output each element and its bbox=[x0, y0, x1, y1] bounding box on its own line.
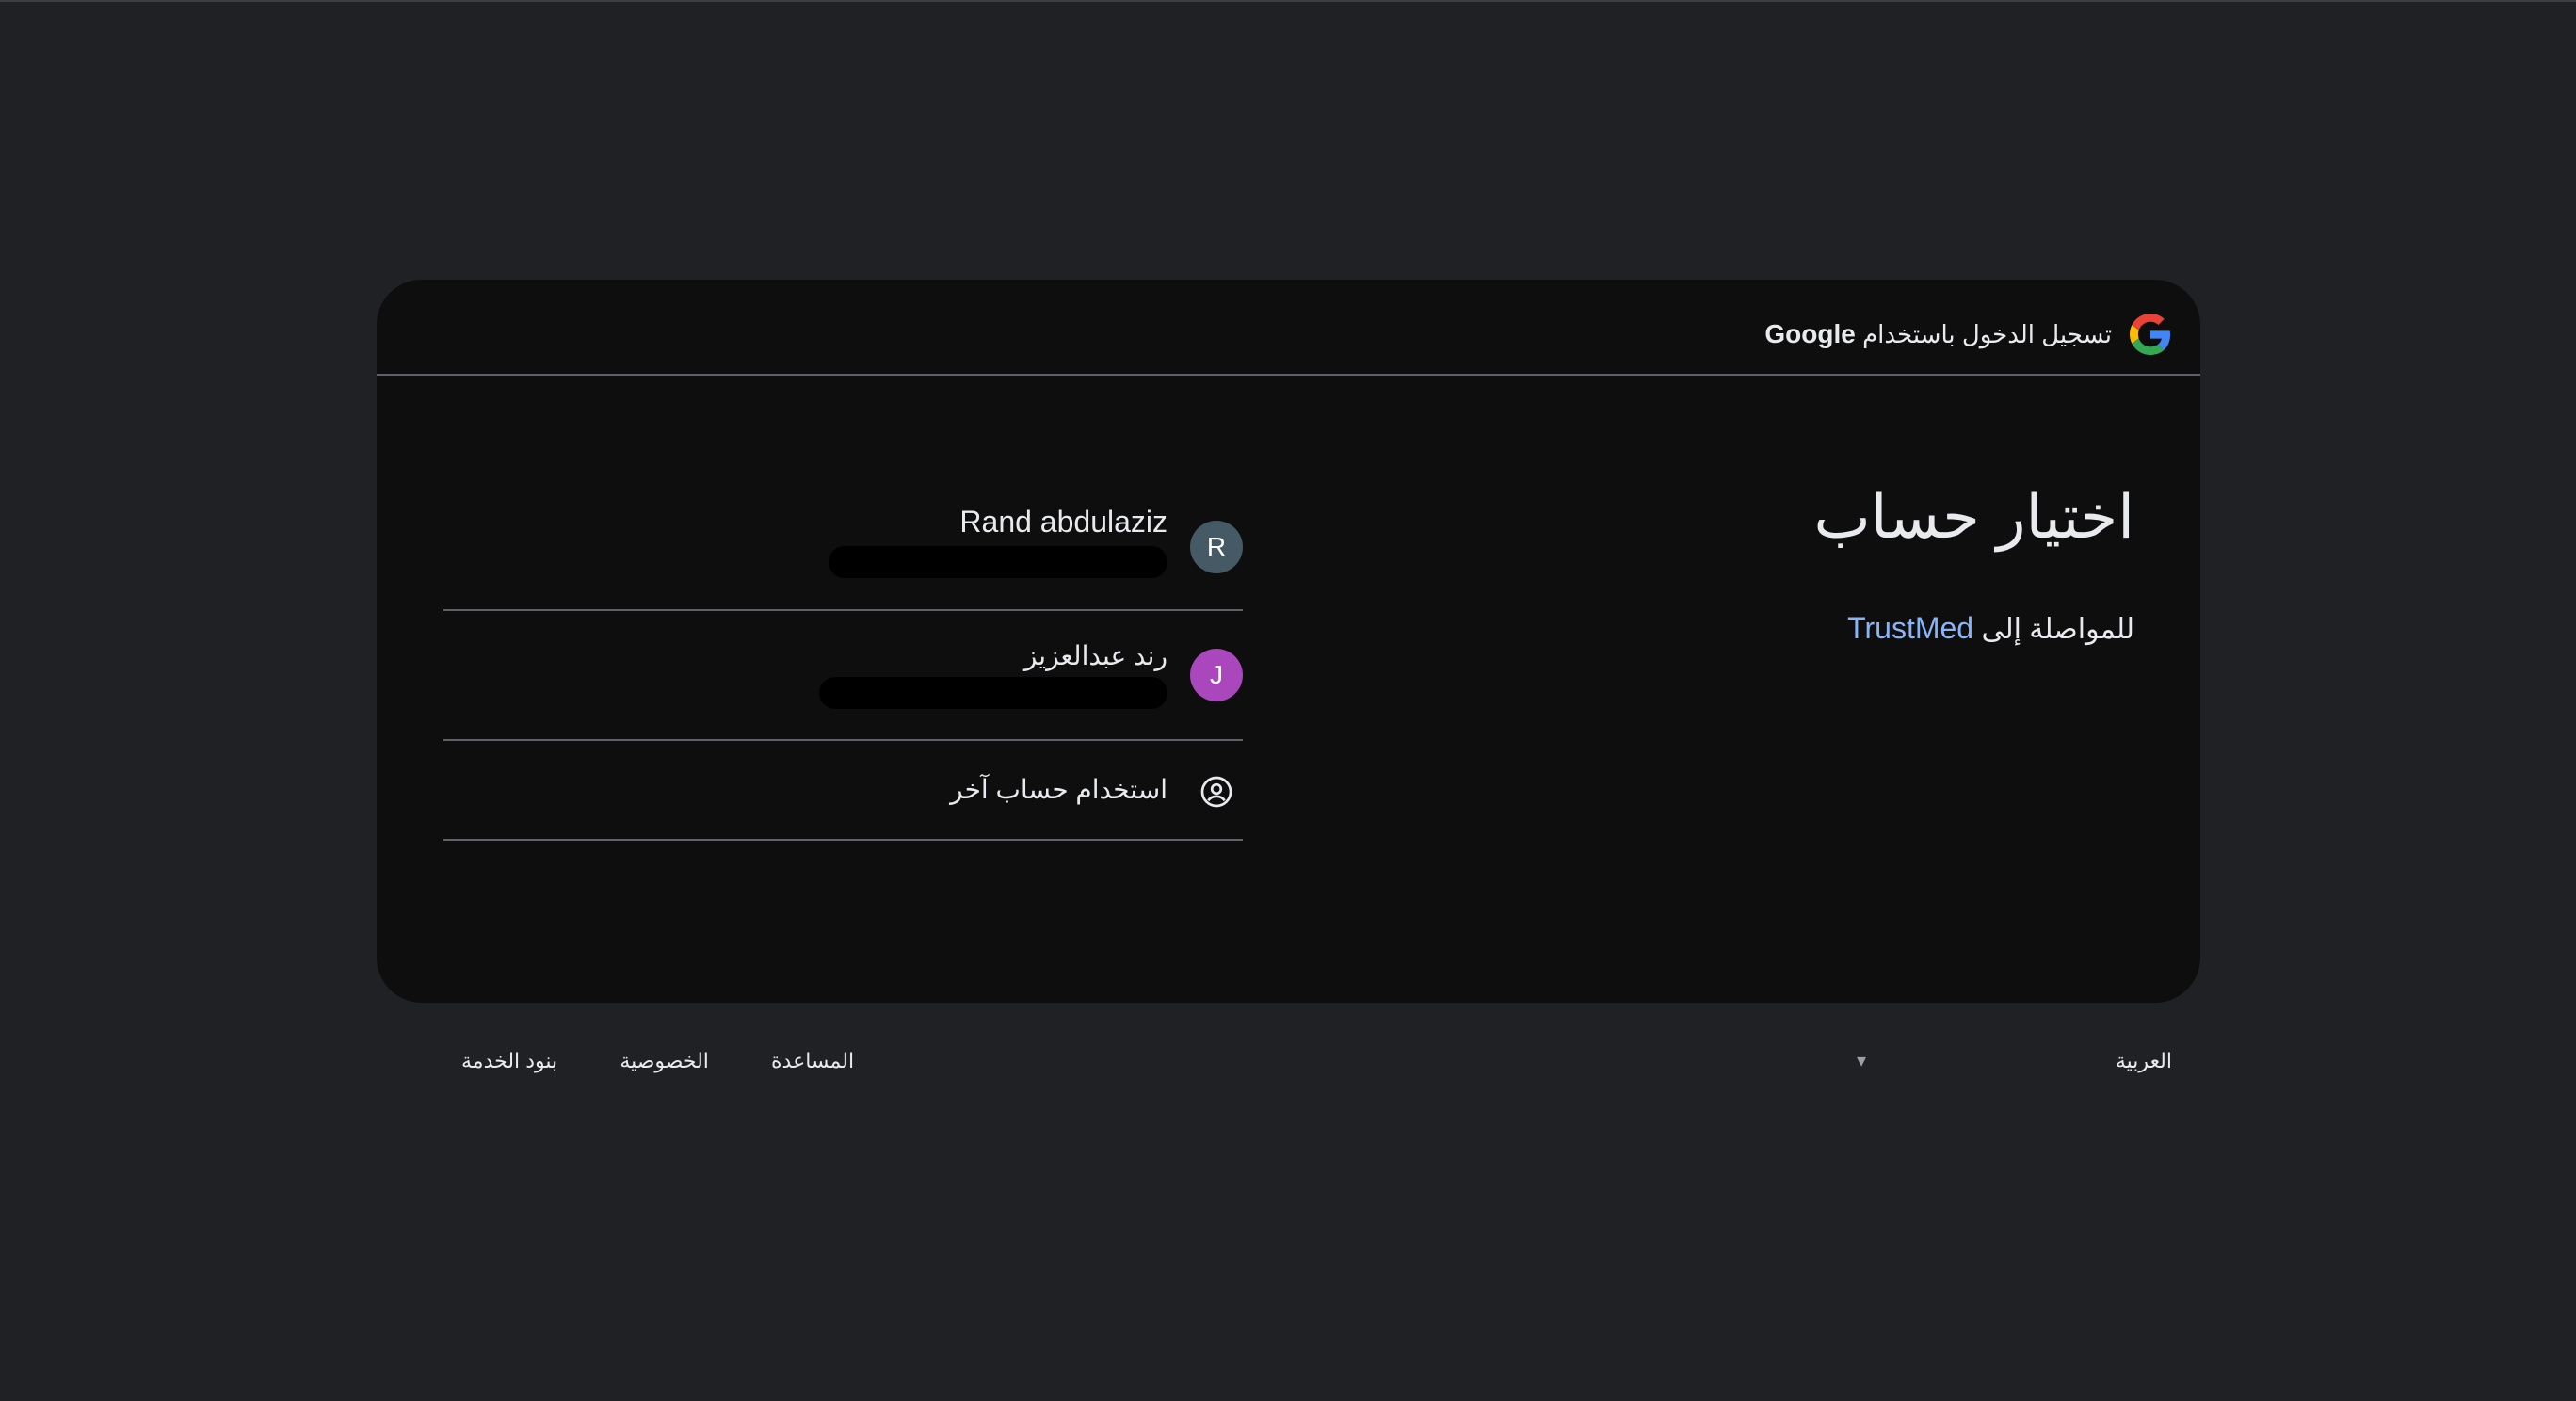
redacted-email bbox=[829, 546, 1167, 578]
footer-help-link[interactable]: المساعدة bbox=[771, 1049, 854, 1072]
card-header: تسجيل الدخول باستخدام Google bbox=[377, 280, 2200, 376]
subtitle-prefix: للمواصلة إلى bbox=[1981, 614, 2134, 645]
redacted-email bbox=[819, 677, 1167, 709]
google-brand-text: Google bbox=[1764, 319, 1856, 348]
account-name: رند عبدالعزيز bbox=[1023, 641, 1167, 670]
header-signin-text: تسجيل الدخول باستخدام Google bbox=[1764, 314, 2112, 355]
avatar: R bbox=[1190, 521, 1243, 573]
app-name-link[interactable]: TrustMed bbox=[1847, 611, 1973, 645]
use-another-account-label: استخدام حساب آخر bbox=[950, 775, 1167, 804]
page-title: اختيار حساب bbox=[1813, 483, 2134, 551]
avatar: J bbox=[1190, 649, 1243, 701]
top-border bbox=[0, 0, 2576, 2]
footer: العربية ▾ المساعدة الخصوصية بنود الخدمة bbox=[377, 1042, 2200, 1080]
footer-links: المساعدة الخصوصية بنود الخدمة bbox=[405, 1042, 854, 1080]
account-list: R Rand abdulaziz J رند عبدالعزيز استخدام… bbox=[443, 444, 1243, 841]
google-logo-icon bbox=[2130, 314, 2171, 355]
account-row-2[interactable]: J رند عبدالعزيز bbox=[443, 611, 1243, 741]
footer-terms-link[interactable]: بنود الخدمة bbox=[461, 1049, 557, 1072]
signin-card: تسجيل الدخول باستخدام Google اختيار حساب… bbox=[377, 280, 2200, 1003]
footer-privacy-link[interactable]: الخصوصية bbox=[620, 1049, 709, 1072]
page-subtitle: للمواصلة إلى TrustMed bbox=[1847, 609, 2134, 649]
use-another-account-row[interactable]: استخدام حساب آخر bbox=[443, 741, 1243, 841]
account-circle-icon bbox=[1200, 776, 1232, 808]
signin-label: تسجيل الدخول باستخدام bbox=[1862, 320, 2112, 348]
account-row-1[interactable]: R Rand abdulaziz bbox=[443, 444, 1243, 611]
language-selector[interactable]: العربية bbox=[2116, 1042, 2172, 1080]
chevron-down-icon[interactable]: ▾ bbox=[1857, 1042, 1866, 1080]
account-name: Rand abdulaziz bbox=[959, 505, 1167, 539]
